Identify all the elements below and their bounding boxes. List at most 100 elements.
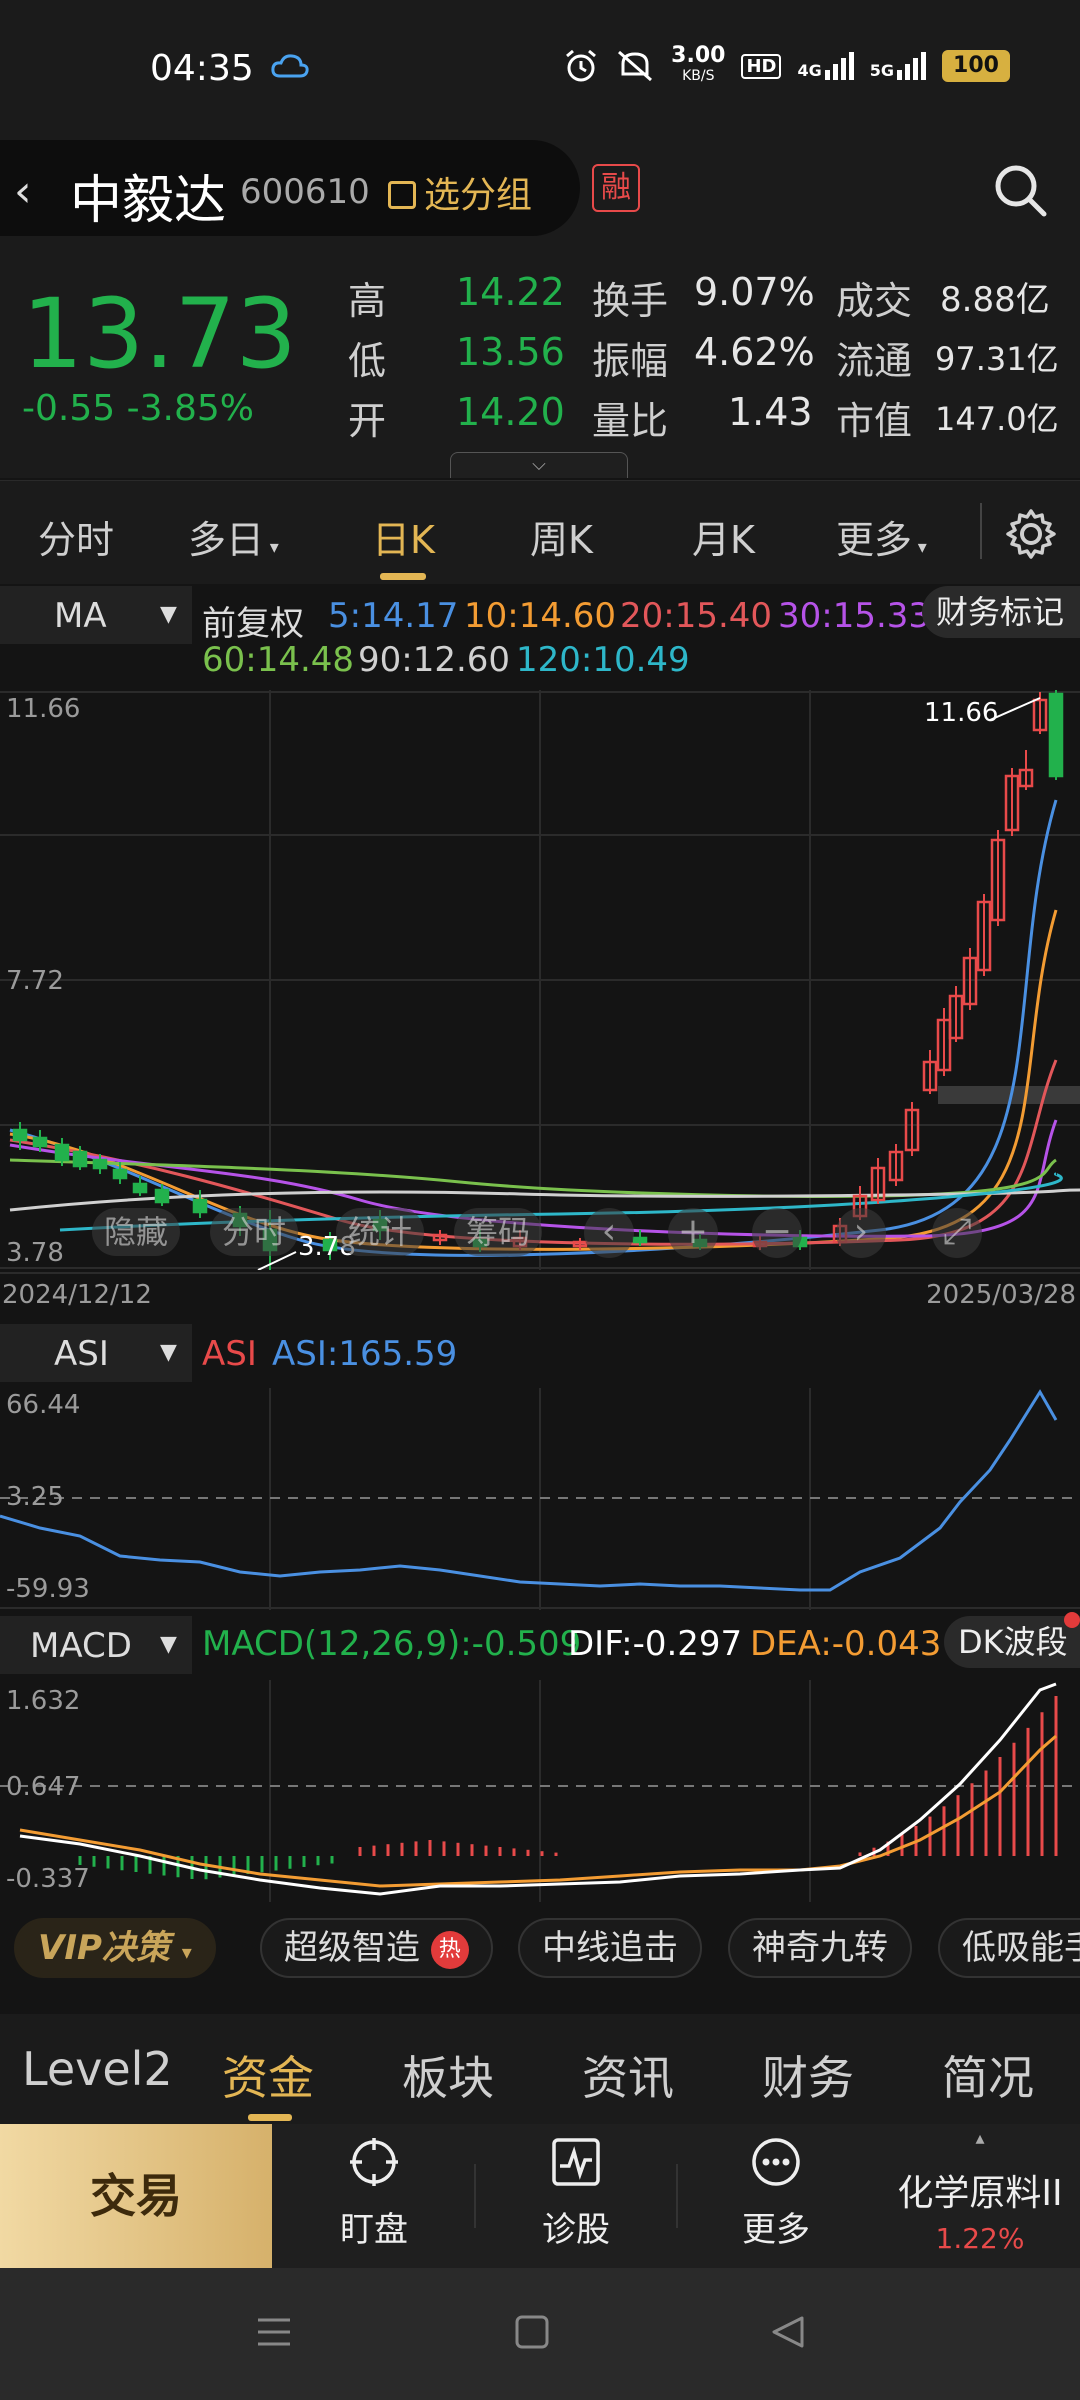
menu-icon[interactable]	[254, 2312, 294, 2352]
tab-sectors[interactable]: 板块	[402, 2042, 494, 2108]
tab-daily-k[interactable]: 日K	[372, 509, 435, 564]
candle-28	[948, 986, 964, 1042]
high-value: 14.22	[456, 270, 565, 314]
amount-value: 8.88亿	[940, 280, 1050, 320]
status-bar: 04:35 3.00 KB/S HD 4G 5G 100	[0, 0, 1080, 140]
hide-overlay-button[interactable]: 隐藏	[92, 1208, 181, 1256]
stock-code: 600610	[240, 172, 370, 212]
more-button[interactable]: 更多	[706, 2124, 846, 2268]
search-icon[interactable]	[990, 160, 1050, 220]
zoom-out-icon[interactable]: −	[752, 1208, 802, 1258]
chevron-down-icon[interactable]: ⌵	[450, 452, 628, 478]
margin-badge[interactable]: 融	[592, 164, 640, 212]
status-icons: 3.00 KB/S HD 4G 5G 100	[563, 43, 1010, 86]
tab-divider	[980, 503, 982, 559]
chip-nine-turn[interactable]: 神奇九转	[728, 1918, 912, 1978]
mcap-label: 市值	[836, 399, 913, 443]
tab-weekly-k[interactable]: 周K	[530, 509, 593, 564]
chip-midline[interactable]: 中线追击	[518, 1918, 702, 1978]
watch-button[interactable]: 盯盘	[304, 2124, 444, 2268]
strategy-chips: VIP决策 ▾ 超级智造 热 中线追击 神奇九转 低吸能手	[0, 1904, 1080, 2000]
amplitude-value: 4.62%	[694, 330, 815, 374]
tab-level2[interactable]: Level2	[22, 2042, 173, 2096]
net-speed: 3.00 KB/S	[671, 43, 726, 85]
ma20-value: 20:15.40	[620, 596, 773, 636]
trade-button[interactable]: 交易	[0, 2124, 272, 2268]
signal-icon: 4G	[797, 52, 854, 80]
zoom-in-icon[interactable]: +	[668, 1208, 718, 1258]
battery-icon: 100	[942, 50, 1010, 82]
candle-26	[922, 1050, 938, 1094]
chips-overlay-button[interactable]: 筹码	[454, 1208, 543, 1256]
open-value: 14.20	[456, 390, 565, 434]
fullscreen-icon[interactable]: ⤢	[932, 1208, 982, 1258]
active-tab-indicator	[380, 573, 426, 580]
tab-monthly-k[interactable]: 月K	[692, 509, 755, 564]
macd-y-mid: 0.647	[6, 1772, 81, 1802]
back-nav-icon[interactable]	[768, 2312, 808, 2352]
dk-wave-button[interactable]: DK波段	[944, 1616, 1080, 1668]
notification-dot	[1064, 1612, 1080, 1628]
ma10-value: 10:14.60	[464, 596, 617, 636]
chip-low-buy[interactable]: 低吸能手	[938, 1918, 1080, 1978]
finance-mark-button[interactable]: 财务标记	[922, 586, 1080, 638]
sector-change: 1.22%	[935, 2222, 1025, 2255]
kline-canvas	[0, 690, 1080, 1271]
status-time: 04:35	[150, 48, 254, 89]
intraday-overlay-button[interactable]: 分时	[210, 1208, 299, 1256]
macd-dea: DEA:-0.043	[750, 1624, 942, 1664]
tab-funds[interactable]: 资金	[222, 2042, 314, 2108]
low-label: 低	[348, 339, 387, 383]
tab-news[interactable]: 资讯	[582, 2042, 674, 2108]
kline-chart[interactable]: 11.66 7.72 3.78 11.66 3.78	[0, 690, 1080, 1271]
asi-chart[interactable]: 66.44 3.25 -59.93	[0, 1388, 1080, 1610]
diagnose-button[interactable]: 诊股	[506, 2124, 646, 2268]
asi-indicator-select[interactable]: ASI ▼	[0, 1324, 192, 1382]
last-price: 13.73	[22, 278, 297, 390]
gear-icon[interactable]	[1004, 507, 1058, 561]
price-change: -0.55 -3.85%	[22, 388, 254, 429]
macd-indicator-select[interactable]: MACD ▼	[0, 1616, 192, 1674]
chevron-right-icon[interactable]: ›	[836, 1208, 886, 1258]
candle-31	[990, 830, 1006, 926]
sector-button[interactable]: ▴ 化学原料II 1.22%	[880, 2130, 1080, 2256]
quote-panel: 13.73 -0.55 -3.85% 高 14.22 低 13.56 开 14.…	[0, 250, 1080, 478]
vol-ratio-label: 量比	[592, 399, 669, 443]
ma5-value: 5:14.17	[328, 596, 459, 636]
candle-24	[888, 1144, 904, 1186]
turnover-value: 9.07%	[694, 270, 815, 314]
ma30-value: 30:15.33	[778, 596, 931, 636]
tab-more[interactable]: 更多 ▾	[836, 509, 927, 564]
home-icon[interactable]	[512, 2312, 552, 2352]
stats-overlay-button[interactable]: 统计	[336, 1208, 425, 1256]
candle-32	[1004, 768, 1020, 836]
candle-8	[192, 1190, 208, 1218]
candle-27	[936, 1008, 952, 1076]
macd-chart[interactable]: 1.632 0.647 -0.337	[0, 1680, 1080, 1902]
tab-profile[interactable]: 简况	[942, 2042, 1034, 2108]
select-group-button[interactable]: 选分组	[388, 166, 532, 218]
date-start: 2024/12/12	[2, 1280, 152, 1310]
tab-intraday[interactable]: 分时	[38, 509, 114, 564]
date-axis: 2024/12/12 2025/03/28	[0, 1272, 1080, 1316]
chevron-left-icon[interactable]: ‹	[584, 1208, 634, 1258]
tab-finance[interactable]: 财务	[762, 2042, 854, 2108]
tab-multiday[interactable]: 多日 ▾	[188, 509, 279, 564]
vip-decision-chip[interactable]: VIP决策 ▾	[14, 1918, 216, 1978]
asi-y-bottom: -59.93	[6, 1574, 90, 1604]
dif-line	[19, 1682, 1057, 1896]
checkbox-icon	[388, 181, 416, 209]
macd-legend: MACD ▼ MACD(12,26,9):-0.509 DIF:-0.297 D…	[0, 1612, 1080, 1680]
asi-y-mid: 3.25	[6, 1482, 64, 1512]
chevron-up-icon: ▴	[975, 2128, 985, 2149]
ma-legend: MA ▼ 前复权 5:14.17 10:14.60 20:15.40 30:15…	[0, 584, 1080, 690]
ma-lines	[9, 799, 1080, 1257]
chip-super-smart[interactable]: 超级智造 热	[260, 1918, 493, 1978]
action-bar: 交易 盯盘 诊股 更多 ▴ 化学原料II 1.22%	[0, 2124, 1080, 2268]
low-value: 13.56	[456, 330, 565, 374]
high-label: 高	[348, 279, 387, 323]
back-button[interactable]: ‹	[14, 166, 32, 217]
macd-y-top: 1.632	[6, 1686, 81, 1716]
adjust-label[interactable]: 前复权	[202, 596, 304, 645]
ma-indicator-select[interactable]: MA ▼	[0, 586, 192, 644]
